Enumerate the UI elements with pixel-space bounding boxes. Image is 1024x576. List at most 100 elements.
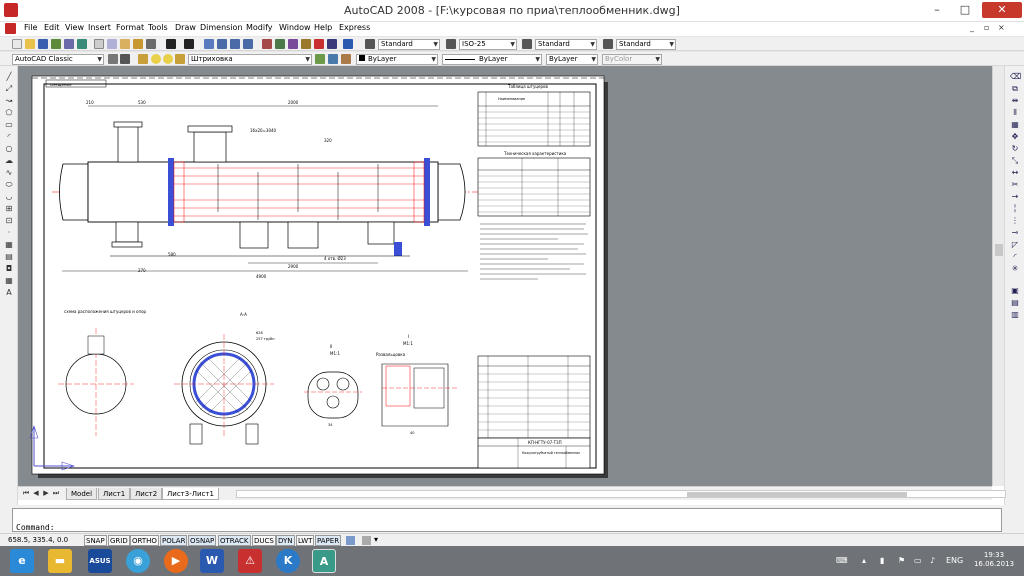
menu-file[interactable]: File (24, 23, 37, 32)
linetype-dropdown[interactable]: ByLayer ▼ (442, 54, 542, 65)
hatch-icon[interactable]: ▦ (4, 240, 14, 250)
zoom-previous-icon[interactable] (243, 39, 253, 49)
dim-style-dropdown[interactable]: ISO-25 ▼ (459, 39, 517, 50)
make-current-layer-icon[interactable] (315, 54, 325, 64)
lwt-toggle[interactable]: LWT (296, 535, 315, 546)
color-dropdown[interactable]: ByLayer ▼ (356, 54, 438, 65)
array-icon[interactable]: ▦ (1010, 120, 1020, 130)
layer-lock-icon[interactable] (175, 54, 185, 64)
redo-icon[interactable] (184, 39, 194, 49)
network-icon[interactable]: ▮ (880, 556, 884, 565)
mleader-style-dropdown[interactable]: Standard ▼ (616, 39, 676, 50)
volume-icon[interactable]: ♪ (930, 556, 935, 565)
point-icon[interactable]: · (4, 228, 14, 238)
coordinates-readout[interactable]: 658.5, 335.4, 0.0 (8, 536, 68, 544)
pdf-icon[interactable]: ⚠ (238, 549, 262, 573)
kompas-icon[interactable]: K (276, 549, 300, 573)
layer-freeze-icon[interactable] (163, 54, 173, 64)
sheet-set-icon[interactable] (301, 39, 311, 49)
doc-minimize-button[interactable]: _ (970, 23, 974, 32)
menu-tools[interactable]: Tools (148, 23, 168, 32)
doc-close-button[interactable]: × (998, 23, 1005, 32)
table-style-dropdown[interactable]: Standard ▼ (535, 39, 597, 50)
make-block-icon[interactable]: ⊡ (4, 216, 14, 226)
save-icon[interactable] (38, 39, 48, 49)
status-menu-icon[interactable]: ▾ (374, 535, 378, 544)
close-button[interactable]: ✕ (982, 2, 1022, 18)
otrack-toggle[interactable]: OTRACK (218, 535, 251, 546)
extend-icon[interactable]: → (1010, 192, 1020, 202)
region-icon[interactable]: ◘ (4, 264, 14, 274)
line-icon[interactable]: ╱ (4, 72, 14, 82)
open-icon[interactable] (25, 39, 35, 49)
vertical-scrollbar[interactable] (992, 66, 1004, 486)
menu-draw[interactable]: Draw (175, 23, 196, 32)
spline-icon[interactable]: ∿ (4, 168, 14, 178)
help-icon[interactable] (343, 39, 353, 49)
tab-list1[interactable]: Лист1 (98, 488, 131, 500)
scale-icon[interactable]: ⤡ (1010, 156, 1020, 166)
ellipse-icon[interactable]: ⬭ (4, 180, 14, 190)
layer-states-icon[interactable] (341, 54, 351, 64)
cut-icon[interactable] (94, 39, 104, 49)
properties-icon[interactable] (262, 39, 272, 49)
trim-icon[interactable]: ✂ (1010, 180, 1020, 190)
explorer-icon[interactable]: ▬ (48, 549, 72, 573)
menu-modify[interactable]: Modify (246, 23, 273, 32)
menu-edit[interactable]: Edit (44, 23, 60, 32)
system-clock[interactable]: 19:33 16.06.2013 (972, 551, 1016, 569)
horizontal-scroll-thumb[interactable] (687, 492, 907, 497)
bring-front-icon[interactable]: ▤ (1010, 298, 1020, 308)
language-indicator[interactable]: ENG (946, 556, 963, 565)
break-icon[interactable]: ⋮ (1010, 216, 1020, 226)
ducs-toggle[interactable]: DUCS (252, 535, 276, 546)
match-properties-icon[interactable] (133, 39, 143, 49)
asus-icon[interactable]: ASUS (88, 549, 112, 573)
doc-restore-button[interactable]: ▫ (984, 23, 989, 32)
prev-tab-icon[interactable]: ◀ (32, 489, 40, 498)
plot-icon[interactable] (51, 39, 61, 49)
status-tray-icon[interactable] (362, 536, 371, 545)
battery-icon[interactable]: ▭ (914, 556, 922, 565)
workspace-dropdown[interactable]: AutoCAD Classic ▼ (12, 54, 104, 65)
tab-model[interactable]: Model (66, 488, 98, 500)
design-center-icon[interactable] (275, 39, 285, 49)
stretch-icon[interactable]: ↔ (1010, 168, 1020, 178)
join-icon[interactable]: ⊸ (1010, 228, 1020, 238)
new-icon[interactable] (12, 39, 22, 49)
first-tab-icon[interactable]: ⏮ (22, 489, 30, 498)
quickcalc-icon[interactable] (327, 39, 337, 49)
tool-palettes-icon[interactable] (288, 39, 298, 49)
undo-icon[interactable] (166, 39, 176, 49)
fillet-icon[interactable]: ◜ (1010, 252, 1020, 262)
layer-properties-icon[interactable] (138, 54, 148, 64)
publish-icon[interactable] (77, 39, 87, 49)
zoom-window-icon[interactable] (230, 39, 240, 49)
command-line[interactable]: Command: (12, 508, 1002, 532)
draworder-icon[interactable]: ▣ (1010, 286, 1020, 296)
next-tab-icon[interactable]: ▶ (42, 489, 50, 498)
chamfer-icon[interactable]: ◸ (1010, 240, 1020, 250)
player-icon[interactable]: ▶ (164, 549, 188, 573)
dyn-toggle[interactable]: DYN (276, 535, 295, 546)
copy-icon[interactable] (107, 39, 117, 49)
break-at-point-icon[interactable]: ╎ (1010, 204, 1020, 214)
my-workspace-icon[interactable] (120, 54, 130, 64)
paste-icon[interactable] (120, 39, 130, 49)
insert-block-icon[interactable]: ⊞ (4, 204, 14, 214)
pan-icon[interactable] (204, 39, 214, 49)
circle-icon[interactable]: ○ (4, 144, 14, 154)
ie-icon[interactable]: e (10, 549, 34, 573)
paper-toggle[interactable]: PAPER (315, 535, 342, 546)
text-style-dropdown[interactable]: Standard ▼ (378, 39, 440, 50)
drawing-canvas[interactable]: смещение 4900 2900 580 270 210 530 2000 … (18, 66, 1004, 486)
layer-on-icon[interactable] (151, 54, 161, 64)
horizontal-scrollbar[interactable] (236, 490, 1006, 498)
workspace-settings-icon[interactable] (108, 54, 118, 64)
block-editor-icon[interactable] (146, 39, 156, 49)
offset-icon[interactable]: ⫴ (1010, 108, 1020, 118)
menu-format[interactable]: Format (116, 23, 144, 32)
polyline-icon[interactable]: ↝ (4, 96, 14, 106)
osnap-toggle[interactable]: OSNAP (188, 535, 217, 546)
rectangle-icon[interactable]: ▭ (4, 120, 14, 130)
